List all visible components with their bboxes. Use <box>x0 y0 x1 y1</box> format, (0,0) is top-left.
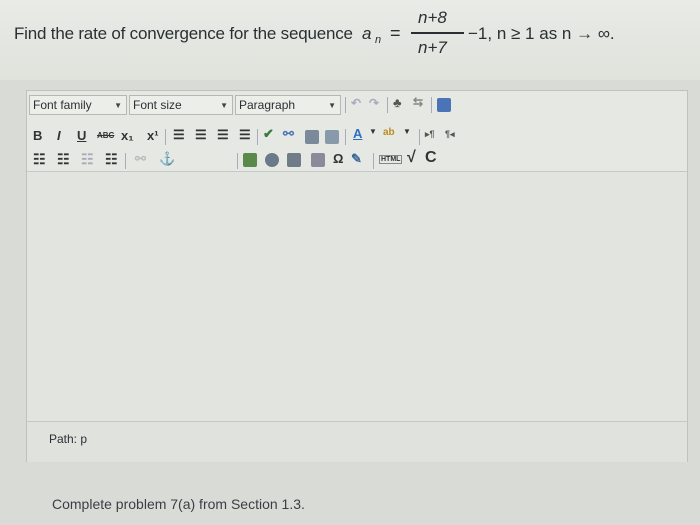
toolbar-separator <box>419 129 420 145</box>
numbered-list-icon[interactable]: ☷ <box>57 151 70 168</box>
format-select[interactable]: Paragraph ▼ <box>235 95 341 115</box>
indent-icon[interactable]: ☷ <box>105 151 118 168</box>
bold-button[interactable]: B <box>33 128 42 143</box>
anchor-icon[interactable]: ⚓ <box>159 151 175 167</box>
question-prefix: Find the rate of convergence for the seq… <box>14 24 353 43</box>
font-size-select[interactable]: Font size ▼ <box>129 95 233 115</box>
toolbar-row-1: Font family ▼ Font size ▼ Paragraph ▼ ↶ … <box>27 91 687 119</box>
subscript-button[interactable]: x₁ <box>121 128 134 143</box>
embed-icon[interactable] <box>265 153 279 167</box>
toolbar-separator <box>431 97 432 113</box>
text-color-button[interactable]: A <box>353 126 362 141</box>
unlink-icon[interactable]: ⚯ <box>135 151 146 167</box>
element-path: Path: p <box>49 432 88 446</box>
underline-button[interactable]: U <box>77 128 86 143</box>
chevron-down-icon: ▼ <box>328 101 336 110</box>
link-icon[interactable]: ⚯ <box>283 126 294 142</box>
align-left-icon[interactable]: ☰ <box>173 127 185 143</box>
align-justify-icon[interactable]: ☰ <box>239 127 251 143</box>
edit-icon[interactable]: ✎ <box>351 151 362 167</box>
highlight-color-button[interactable]: ab <box>383 127 395 138</box>
template-icon[interactable] <box>311 153 325 167</box>
toolbar-separator <box>125 153 126 169</box>
image-icon[interactable] <box>305 130 319 144</box>
toolbar-separator <box>257 129 258 145</box>
toolbar-separator <box>237 153 238 169</box>
editor-status-bar: Path: p <box>27 421 687 462</box>
chevron-down-icon: ▼ <box>114 101 122 110</box>
rtl-icon[interactable]: ¶◂ <box>445 129 455 140</box>
outdent-icon[interactable]: ☷ <box>81 151 94 168</box>
strikethrough-button[interactable]: ABC <box>97 131 114 140</box>
fullscreen-icon[interactable] <box>437 98 451 112</box>
html-source-button[interactable]: HTML <box>379 155 403 164</box>
redo-icon[interactable]: ↷ <box>369 96 379 110</box>
superscript-button[interactable]: x¹ <box>147 128 159 143</box>
font-family-label: Font family <box>33 98 92 112</box>
format-label: Paragraph <box>239 98 296 112</box>
sequence-subscript: n <box>375 34 382 46</box>
undo-icon[interactable]: ↶ <box>351 96 361 110</box>
equals-sign: = <box>390 23 401 43</box>
font-size-label: Font size <box>133 98 182 112</box>
toolbar-separator <box>387 97 388 113</box>
align-center-icon[interactable]: ☰ <box>195 127 207 143</box>
align-right-icon[interactable]: ☰ <box>217 127 229 143</box>
rich-text-editor: Font family ▼ Font size ▼ Paragraph ▼ ↶ … <box>26 90 688 462</box>
toolbar-separator <box>345 97 346 113</box>
emoticon-icon[interactable] <box>243 153 257 167</box>
question-header: Find the rate of convergence for the seq… <box>0 0 700 80</box>
font-family-select[interactable]: Font family ▼ <box>29 95 127 115</box>
fraction-denominator: n+7 <box>418 38 447 57</box>
question-suffix: −1, n ≥ 1 as n → ∞. <box>468 24 615 43</box>
toolbar-separator <box>165 129 166 145</box>
sequence-variable: a <box>362 24 372 43</box>
chevron-down-icon[interactable]: ▼ <box>369 127 377 136</box>
fraction-line <box>411 32 464 34</box>
editor-content-area[interactable] <box>27 171 687 422</box>
special-char-icon[interactable]: Ω <box>333 151 343 166</box>
bullet-list-icon[interactable]: ☷ <box>33 151 46 168</box>
chevron-down-icon: ▼ <box>220 101 228 110</box>
spellcheck-icon[interactable]: ✔ <box>263 126 274 142</box>
table-icon[interactable] <box>287 153 301 167</box>
replace-icon[interactable]: ⇆ <box>413 95 423 109</box>
toolbar-separator <box>373 153 374 169</box>
fraction-numerator: n+8 <box>418 8 447 27</box>
instruction-text: Complete problem 7(a) from Section 1.3. <box>52 496 305 512</box>
media-icon[interactable] <box>325 130 339 144</box>
equation-icon[interactable]: √ <box>407 149 416 167</box>
italic-button[interactable]: I <box>57 128 61 143</box>
toolbar-separator <box>345 129 346 145</box>
ltr-icon[interactable]: ▸¶ <box>425 129 435 140</box>
chevron-down-icon[interactable]: ▼ <box>403 127 411 136</box>
chem-icon[interactable]: C <box>425 149 437 167</box>
find-icon[interactable]: ♣ <box>393 95 402 110</box>
